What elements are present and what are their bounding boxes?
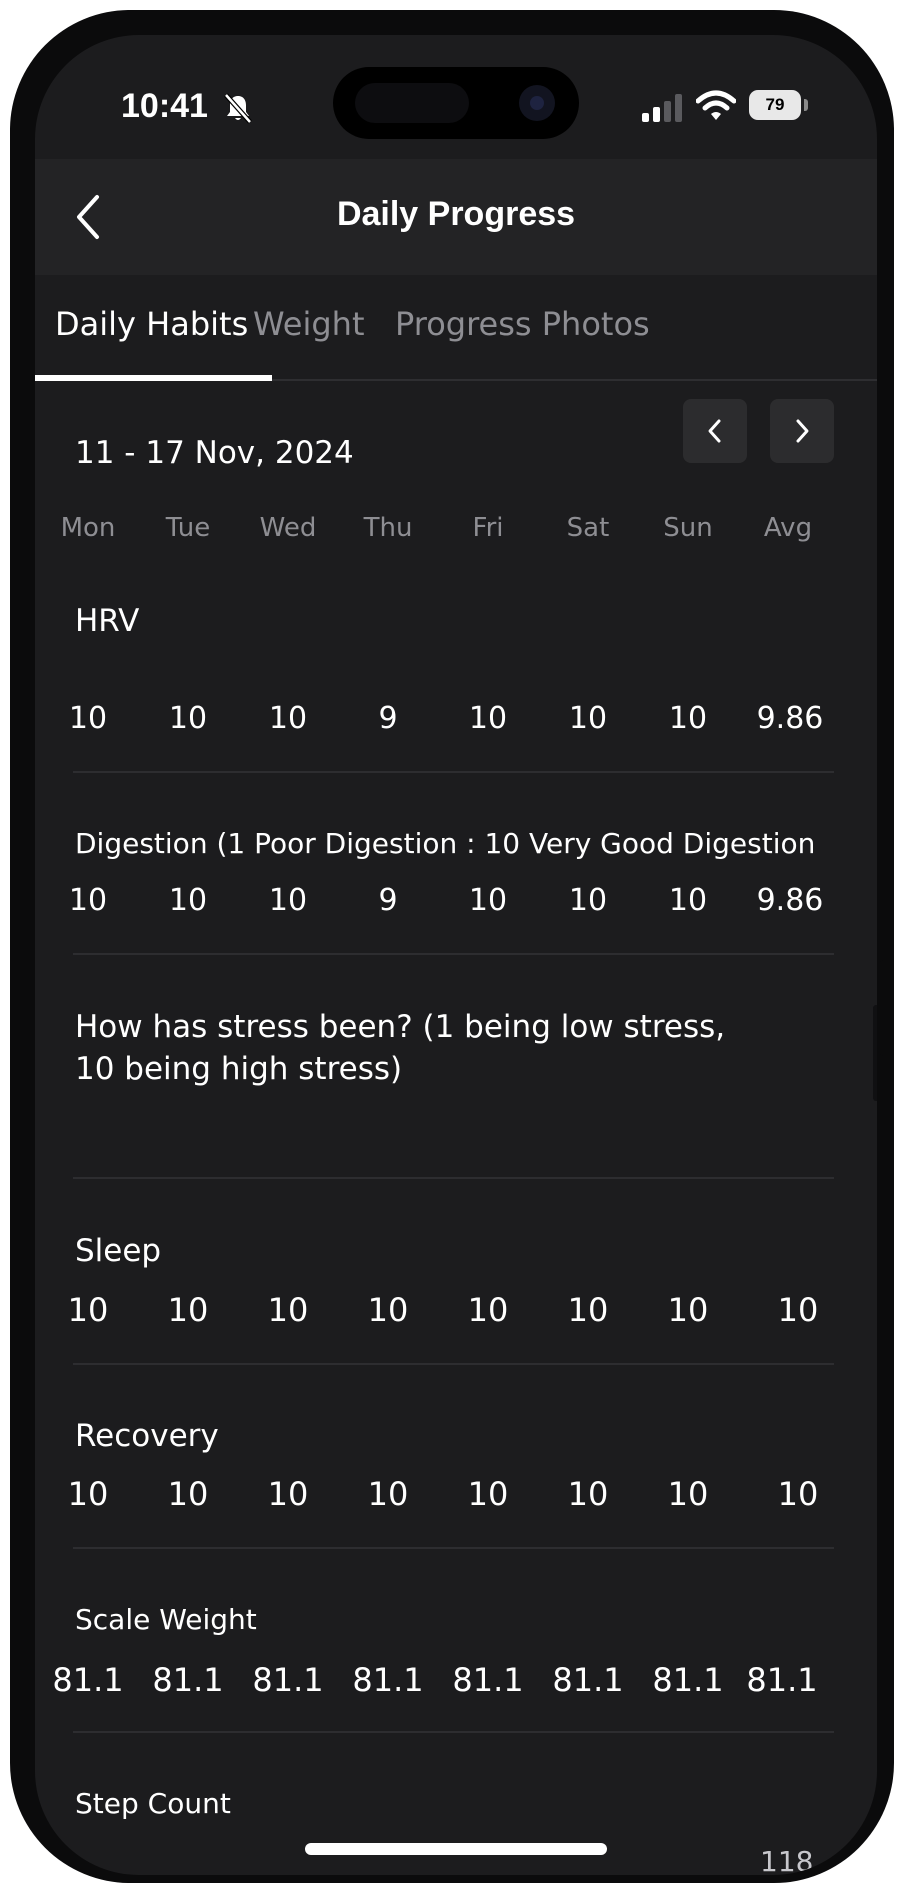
scroll-indicator[interactable] bbox=[873, 1005, 877, 1101]
habit-title-scale-weight: Scale Weight bbox=[75, 1603, 257, 1636]
habit-values-recovery: 10 10 10 10 10 10 10 10 bbox=[35, 1475, 877, 1515]
habit-value: 9 bbox=[378, 883, 398, 918]
habit-value: 10 bbox=[367, 1291, 409, 1329]
habit-title-sleep: Sleep bbox=[75, 1233, 162, 1269]
section-divider bbox=[73, 953, 834, 955]
habit-value: 10 bbox=[568, 883, 608, 918]
day-label: Mon bbox=[60, 513, 116, 543]
day-label: Wed bbox=[259, 513, 317, 543]
week-range: 11 - 17 Nov, 2024 bbox=[75, 435, 354, 471]
habit-value: 10 bbox=[268, 883, 308, 918]
habit-values-hrv: 10 10 10 9 10 10 10 9.86 bbox=[35, 701, 877, 741]
habit-value: 10 bbox=[567, 1291, 609, 1329]
habit-value: 10 bbox=[67, 1291, 109, 1329]
tab-weight[interactable]: Weight bbox=[253, 305, 364, 343]
phone-frame: 10:41 79 Daily Progress Daily Habits Wei… bbox=[10, 10, 894, 1883]
habit-value: 10 bbox=[567, 1475, 609, 1513]
habit-value: 10 bbox=[167, 1291, 209, 1329]
habit-value: 10 bbox=[268, 701, 308, 736]
habit-value: 81.1 bbox=[452, 1661, 524, 1699]
habit-value: 10 bbox=[468, 701, 508, 736]
habit-value: 10 bbox=[167, 1475, 209, 1513]
status-time: 10:41 bbox=[121, 87, 208, 125]
page-title: Daily Progress bbox=[336, 195, 576, 233]
habit-value: 9 bbox=[378, 701, 398, 736]
section-divider bbox=[73, 1547, 834, 1549]
previous-week-button[interactable] bbox=[683, 399, 747, 463]
habit-value: 10 bbox=[667, 1291, 709, 1329]
habit-value: 10 bbox=[668, 883, 708, 918]
habit-value: 10 bbox=[68, 883, 108, 918]
section-divider bbox=[73, 771, 834, 773]
habit-value: 10 bbox=[568, 701, 608, 736]
side-button bbox=[880, 960, 894, 1056]
section-divider bbox=[73, 1177, 834, 1179]
habit-title-stress: How has stress been? (1 being low stress… bbox=[75, 1009, 726, 1045]
habit-value: 10 bbox=[168, 701, 208, 736]
tab-progress-photos[interactable]: Progress Photos bbox=[395, 305, 650, 343]
chevron-left-icon bbox=[708, 419, 721, 443]
habit-value: 10 bbox=[67, 1475, 109, 1513]
section-divider bbox=[73, 1731, 834, 1733]
day-label: Thu bbox=[363, 513, 413, 543]
habit-value: 10 bbox=[267, 1291, 309, 1329]
battery-tip bbox=[804, 99, 808, 111]
habit-average: 9.86 bbox=[756, 883, 824, 918]
day-label: Tue bbox=[165, 513, 211, 543]
cellular-signal-icon bbox=[640, 93, 686, 123]
camera-icon bbox=[519, 85, 555, 121]
habit-title-hrv: HRV bbox=[75, 603, 140, 639]
habit-value: 10 bbox=[367, 1475, 409, 1513]
home-indicator[interactable] bbox=[305, 1843, 607, 1855]
dynamic-island bbox=[333, 67, 579, 139]
habit-values-sleep: 10 10 10 10 10 10 10 10 bbox=[35, 1291, 877, 1331]
habit-values-scale-weight: 81.1 81.1 81.1 81.1 81.1 81.1 81.1 81.1 bbox=[35, 1661, 877, 1701]
next-week-button[interactable] bbox=[770, 399, 834, 463]
section-divider bbox=[73, 1363, 834, 1365]
habit-title-step-count: Step Count bbox=[75, 1787, 231, 1820]
habit-value: 81.1 bbox=[652, 1661, 724, 1699]
habit-value: 10 bbox=[668, 701, 708, 736]
day-header-row: Mon Tue Wed Thu Fri Sat Sun Avg bbox=[35, 513, 877, 553]
tab-daily-habits[interactable]: Daily Habits bbox=[55, 305, 248, 343]
habit-title-recovery: Recovery bbox=[75, 1418, 219, 1454]
habit-value: 81.1 bbox=[52, 1661, 124, 1699]
habit-average-partial: 118 bbox=[760, 1845, 814, 1875]
habit-title-digestion: Digestion (1 Poor Digestion : 10 Very Go… bbox=[75, 827, 816, 860]
habit-value: 81.1 bbox=[552, 1661, 624, 1699]
day-label: Sat bbox=[566, 513, 610, 543]
habit-value: 10 bbox=[667, 1475, 709, 1513]
navigation-bar: Daily Progress bbox=[35, 159, 877, 275]
active-tab-indicator bbox=[35, 375, 272, 381]
bell-slash-icon bbox=[221, 91, 255, 125]
habit-average: 9.86 bbox=[756, 701, 824, 736]
habit-value: 10 bbox=[267, 1475, 309, 1513]
day-label: Sun bbox=[663, 513, 713, 543]
battery-icon: 79 bbox=[749, 90, 801, 120]
habit-value: 10 bbox=[168, 883, 208, 918]
habit-values-digestion: 10 10 10 9 10 10 10 9.86 bbox=[35, 883, 877, 923]
habit-value: 81.1 bbox=[352, 1661, 424, 1699]
habit-title-stress-line2: 10 being high stress) bbox=[75, 1051, 403, 1087]
habit-value: 10 bbox=[467, 1291, 509, 1329]
chevron-right-icon bbox=[796, 419, 809, 443]
habit-value: 81.1 bbox=[152, 1661, 224, 1699]
day-label: Avg bbox=[763, 513, 813, 543]
tab-bar: Daily Habits Weight Progress Photos bbox=[35, 275, 877, 381]
app-screen: 10:41 79 Daily Progress Daily Habits Wei… bbox=[35, 35, 877, 1875]
habit-average: 81.1 bbox=[746, 1661, 818, 1699]
habit-value: 10 bbox=[468, 883, 508, 918]
habit-average: 10 bbox=[777, 1475, 819, 1513]
day-label: Fri bbox=[472, 513, 504, 543]
habit-average: 10 bbox=[777, 1291, 819, 1329]
habit-value: 10 bbox=[467, 1475, 509, 1513]
habit-value: 81.1 bbox=[252, 1661, 324, 1699]
wifi-icon bbox=[695, 89, 737, 123]
habit-value: 10 bbox=[68, 701, 108, 736]
